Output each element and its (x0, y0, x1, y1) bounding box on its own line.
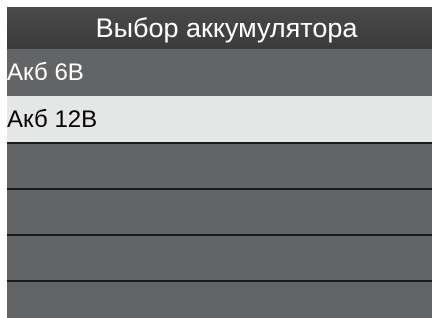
menu-item-label: Акб 12В (7, 106, 98, 133)
empty-menu-row (7, 190, 432, 234)
empty-menu-row (7, 236, 432, 280)
empty-menu-row (7, 144, 432, 188)
device-screen: Выбор аккумулятора Акб 6В Акб 12В (0, 0, 432, 318)
menu-title-bar: Выбор аккумулятора (7, 7, 432, 49)
empty-menu-row (7, 282, 432, 318)
battery-options-list: Акб 6В Акб 12В (7, 50, 432, 318)
menu-item-battery-6v[interactable]: Акб 6В (7, 50, 432, 96)
menu-item-label: Акб 6В (7, 59, 84, 86)
menu-item-battery-12v[interactable]: Акб 12В (7, 96, 432, 142)
menu-title: Выбор аккумулятора (95, 13, 358, 43)
battery-selection-menu: Выбор аккумулятора Акб 6В Акб 12В (7, 7, 432, 318)
